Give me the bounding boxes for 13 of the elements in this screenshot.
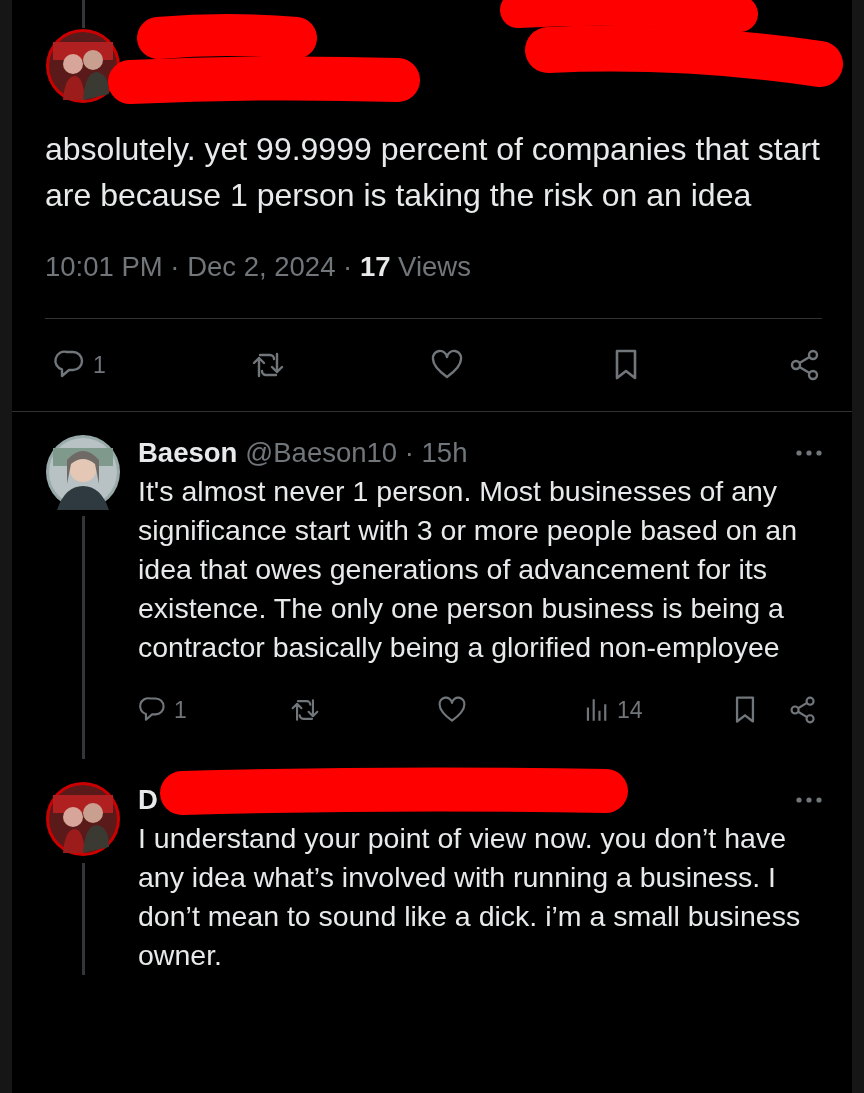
reply-text: I understand your point of view now. you don’t have any idea what’s involved with running a business. I don’t mean to sound like a dick. i’m a small business owner.: [138, 821, 802, 973]
more-icon[interactable]: [796, 450, 822, 456]
view-count: 14: [617, 696, 643, 724]
author-name[interactable]: Baeson: [138, 437, 238, 469]
author-name[interactable]: D: [138, 784, 158, 816]
post-timestamp: 10:01 PM · Dec 2, 2024 · 17 Views: [45, 252, 472, 282]
post-text: absolutely. yet 99.9999 percent of companies that start are because 1 person is taking the risk on an idea: [45, 130, 821, 215]
reply-text: It's almost never 1 person. Most businesses of any significance start with 3 or more people based on an idea that owes generations of advancement for its existence. The only one person business is being a contractor basically being a glorified non-employee: [138, 474, 799, 665]
share-icon[interactable]: [788, 695, 818, 725]
author-handle: @Baeson10 · 15h: [245, 437, 468, 469]
reply-count: 1: [174, 696, 187, 724]
more-icon[interactable]: [796, 797, 822, 803]
reply-count: 1: [93, 351, 106, 379]
